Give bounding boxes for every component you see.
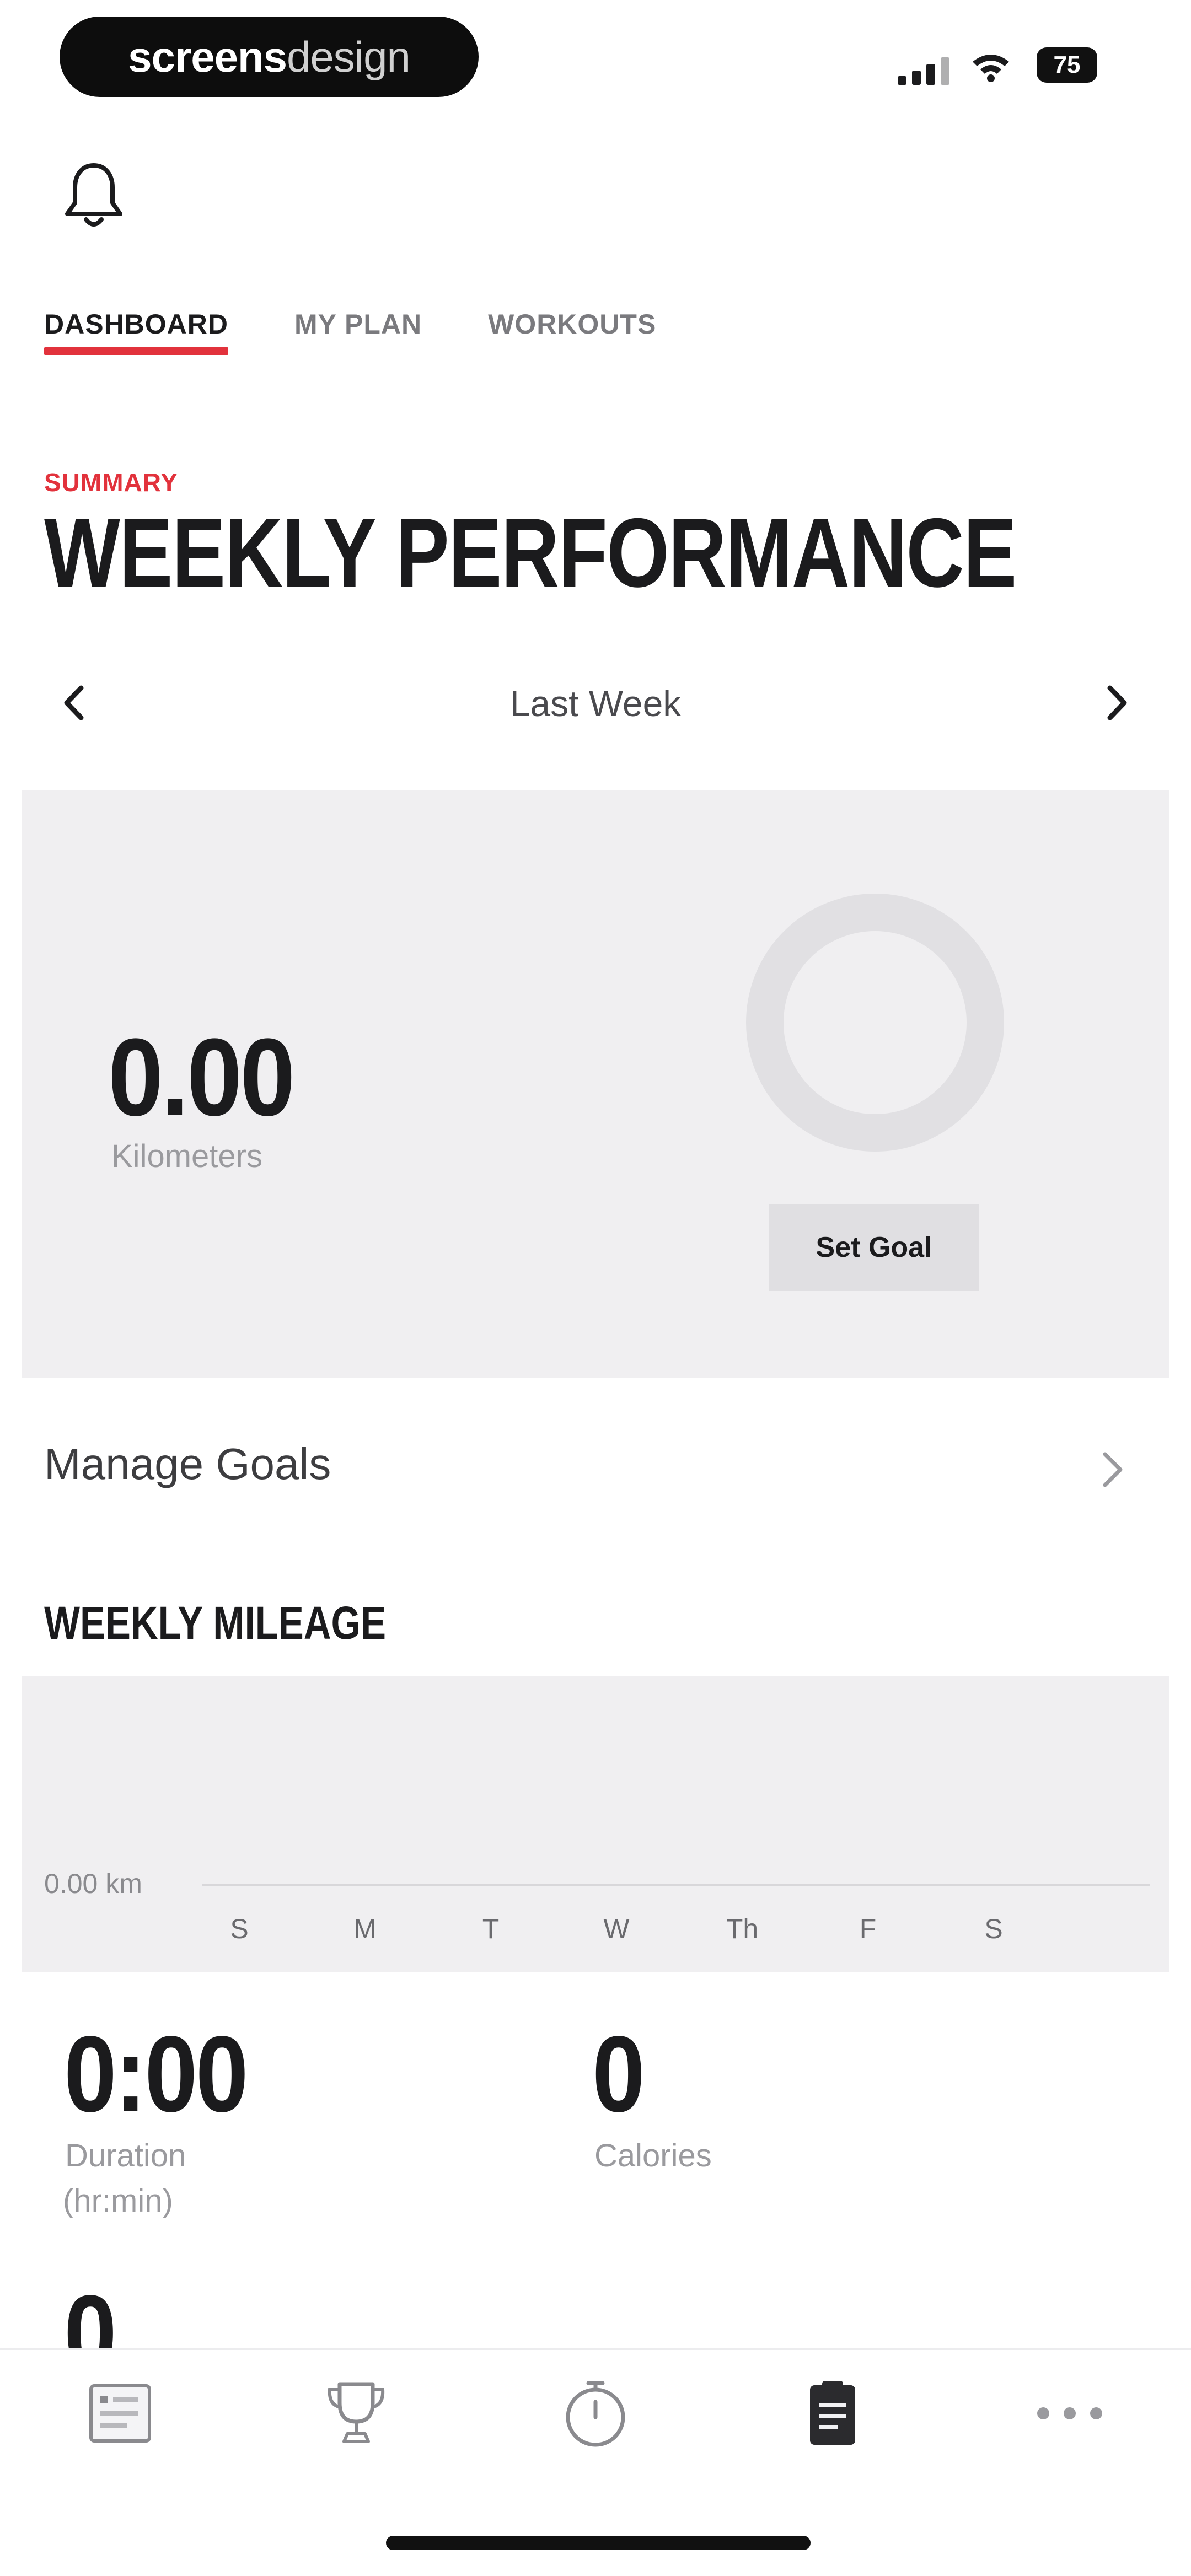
chart-baseline	[202, 1884, 1150, 1886]
bell-icon[interactable]	[60, 160, 128, 232]
day-label-mon: M	[353, 1913, 377, 1944]
day-label-sun: S	[230, 1913, 249, 1944]
day-label-sat: S	[984, 1913, 1003, 1944]
plan-icon	[810, 2381, 855, 2445]
tabbar-plan-button[interactable]	[794, 2375, 871, 2452]
tabbar-track-button[interactable]	[557, 2375, 634, 2452]
chevron-right-icon	[1103, 1452, 1123, 1487]
next-week-button[interactable]	[1086, 673, 1147, 733]
tabbar-achievements-button[interactable]	[318, 2375, 395, 2452]
log-icon	[89, 2384, 151, 2443]
day-label-wed: W	[603, 1913, 630, 1944]
chart-axis-label: 0.00 km	[44, 1868, 142, 1899]
duration-value: 0:00	[64, 2014, 249, 2134]
tabbar-more-button[interactable]	[1031, 2375, 1108, 2452]
stopwatch-icon	[566, 2381, 625, 2447]
calories-value: 0	[592, 2014, 645, 2134]
chevron-right-icon	[1107, 685, 1127, 720]
more-icon	[1037, 2407, 1102, 2419]
day-label-fri: F	[859, 1913, 877, 1944]
brand-logo-light: design	[287, 32, 411, 81]
wifi-icon	[973, 55, 1009, 82]
tab-workouts[interactable]: WORKOUTS	[488, 302, 722, 355]
third-stat-value: 0	[64, 2273, 115, 2348]
distance-value: 0.00	[108, 1016, 296, 1139]
day-label-tue: T	[482, 1913, 500, 1944]
battery-level: 75	[1053, 51, 1081, 78]
week-label: Last Week	[509, 683, 682, 724]
week-navigator: Last Week	[44, 673, 1147, 733]
tab-dashboard[interactable]: DASHBOARD	[44, 302, 294, 355]
home-indicator	[386, 2536, 811, 2550]
set-goal-button[interactable]: Set Goal	[769, 1204, 979, 1291]
battery-icon: 75	[1037, 47, 1097, 83]
top-tabs: DASHBOARD MY PLAN WORKOUTS	[44, 302, 722, 363]
manage-goals-label: Manage Goals	[44, 1439, 331, 1488]
manage-goals-row[interactable]: Manage Goals	[44, 1428, 1147, 1510]
calories-label: Calories	[594, 2138, 712, 2174]
weekly-mileage-title: WEEKLY MILEAGE	[44, 1597, 387, 1649]
duration-unit-label: (hr:min)	[63, 2183, 173, 2219]
brand-logo: screens design	[60, 17, 479, 97]
distance-unit: Kilometers	[111, 1138, 262, 1174]
page-title: WEEKLY PERFORMANCE	[44, 498, 1017, 607]
tab-my-plan[interactable]: MY PLAN	[294, 302, 488, 355]
cellular-signal-icon	[898, 56, 953, 85]
duration-label: Duration	[65, 2138, 186, 2174]
trophy-icon	[328, 2382, 385, 2443]
brand-logo-bold: screens	[128, 32, 287, 81]
tabbar-log-button[interactable]	[82, 2375, 159, 2452]
day-label-thu: Th	[726, 1913, 759, 1944]
section-eyebrow: SUMMARY	[44, 468, 178, 497]
goal-progress-ring	[746, 894, 1004, 1152]
